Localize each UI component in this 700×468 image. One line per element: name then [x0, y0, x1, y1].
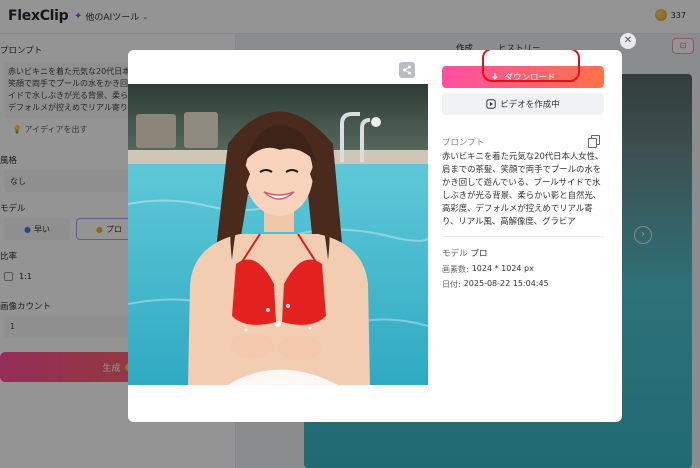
share-button[interactable]	[399, 62, 415, 78]
generated-image	[128, 84, 428, 385]
prompt-heading: プロンプト	[442, 138, 485, 148]
copy-icon[interactable]	[588, 135, 600, 148]
pixels-info: 画素数: 1024 * 1024 px	[442, 264, 534, 274]
close-icon[interactable]: ✕	[620, 33, 636, 49]
create-video-button[interactable]: ビデオを作成中	[442, 93, 604, 115]
image-preview-modal: ダウンロード ビデオを作成中 プロンプト 赤いビキニを着た元気な20代日本人女性…	[128, 50, 622, 422]
divider	[442, 236, 604, 237]
download-highlight-ring	[482, 50, 580, 82]
image-panel	[128, 50, 428, 422]
date-info: 日付: 2025-08-22 15:04:45	[442, 279, 549, 289]
share-icon	[403, 65, 411, 75]
prompt-header: プロンプト	[442, 135, 604, 148]
image-info-panel: ダウンロード ビデオを作成中 プロンプト 赤いビキニを着た元気な20代日本人女性…	[442, 50, 608, 422]
video-icon	[486, 99, 496, 109]
model-info: モデル プロ	[442, 249, 488, 259]
prompt-text: 赤いビキニを着た元気な20代日本人女性、肩までの茶髪、笑顔で両手でプールの水をか…	[442, 151, 604, 226]
generated-image-illustration	[128, 84, 428, 385]
